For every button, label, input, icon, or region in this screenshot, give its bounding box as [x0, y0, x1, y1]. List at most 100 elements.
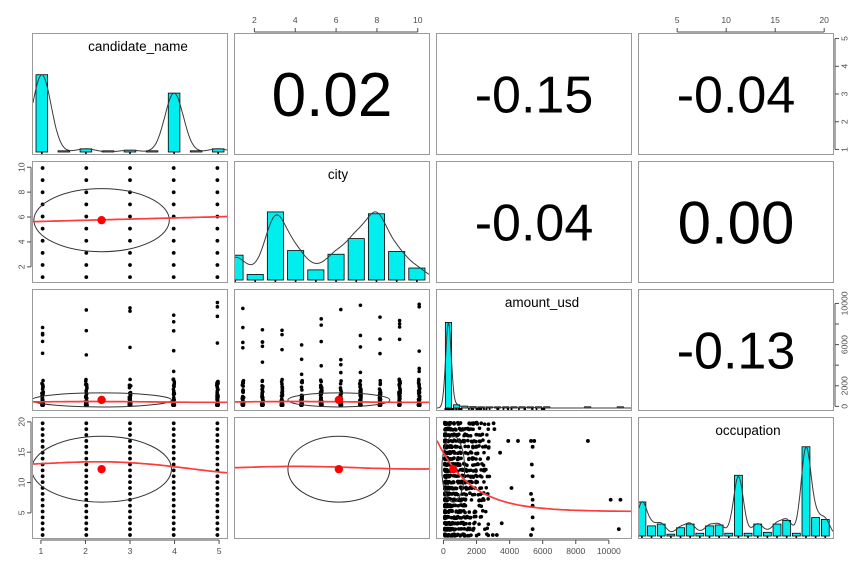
histogram-bar: [189, 150, 203, 153]
data-point: [467, 510, 472, 514]
data-point: [128, 444, 132, 449]
data-point: [84, 263, 89, 267]
histogram-bar: [724, 532, 734, 537]
data-point: [171, 178, 176, 183]
data-point-outlier: [241, 346, 245, 350]
histogram-bar: [685, 523, 695, 537]
data-point: [40, 275, 45, 280]
data-point: [84, 388, 88, 393]
data-point: [40, 480, 45, 485]
data-point: [84, 521, 89, 526]
data-point: [171, 533, 176, 537]
axis-tick-label: 4000: [500, 546, 519, 556]
data-point: [453, 486, 458, 490]
data-point: [215, 486, 220, 490]
data-point: [467, 421, 472, 425]
data-point: [171, 190, 176, 195]
data-point: [128, 515, 132, 520]
data-point: [40, 497, 45, 502]
data-point: [84, 427, 89, 432]
data-point: [358, 387, 363, 391]
data-point-outlier: [260, 360, 265, 364]
axis-left-city: 2 4 6 8 10: [16, 162, 32, 269]
data-point-outlier: [358, 370, 363, 375]
data-point: [241, 395, 246, 400]
data-point: [128, 238, 132, 243]
data-point: [84, 462, 89, 467]
data-point: [40, 533, 45, 537]
data-point: [453, 521, 458, 525]
data-point-outlier: [128, 306, 132, 310]
data-point: [450, 445, 454, 450]
correlation-value: 0.02: [272, 61, 393, 130]
data-point-outlier: [241, 340, 245, 345]
data-point: [468, 515, 473, 520]
data-point: [280, 385, 285, 389]
data-point: [452, 451, 457, 455]
data-point: [171, 497, 176, 502]
data-point: [319, 390, 324, 395]
data-point: [84, 238, 89, 243]
data-point-outlier: [397, 337, 402, 342]
data-point: [84, 439, 89, 443]
data-point: [446, 504, 451, 508]
data-point-outlier: [40, 331, 45, 336]
data-point: [484, 486, 489, 490]
histogram-bar: [307, 269, 325, 281]
data-point: [84, 503, 89, 508]
data-point-outlier: [492, 427, 497, 432]
data-point: [40, 444, 45, 449]
correlation-value: -0.04: [475, 194, 594, 252]
axis-tick-label: 5: [675, 15, 680, 25]
data-point: [40, 515, 45, 520]
axis-tick-label: 4: [16, 239, 26, 244]
data-point-outlier: [128, 309, 132, 313]
data-point-outlier: [319, 323, 324, 327]
data-point: [417, 383, 421, 387]
histogram-bar: [287, 250, 305, 281]
centroid-marker: [97, 464, 106, 474]
data-point: [171, 263, 176, 267]
data-point: [455, 420, 460, 425]
axis-tick-label: 10: [413, 15, 423, 25]
centroid-marker: [334, 395, 344, 405]
data-point: [450, 504, 454, 508]
axis-bottom-candidate_name: 1 2 3 4 5: [39, 539, 222, 556]
data-point-outlier: [530, 474, 535, 479]
data-point: [84, 202, 89, 207]
data-point: [40, 427, 45, 432]
data-point: [469, 439, 474, 444]
data-point: [241, 390, 245, 394]
histogram-bar: [695, 532, 705, 537]
data-point: [84, 421, 89, 426]
data-point: [128, 377, 132, 382]
data-point-outlier: [530, 444, 535, 449]
data-point-outlier: [529, 462, 534, 467]
correlation-panel-candidate_name-city: 0.02: [272, 61, 393, 130]
data-point: [456, 515, 460, 519]
data-point: [128, 503, 132, 508]
data-point: [458, 451, 463, 455]
data-point: [448, 438, 453, 443]
data-point-outlier: [260, 344, 265, 349]
data-point: [171, 166, 176, 170]
data-point: [446, 521, 451, 525]
data-point: [128, 450, 132, 455]
data-point: [358, 383, 363, 387]
data-point: [455, 433, 460, 438]
histogram-bar: [57, 150, 71, 153]
loess-smooth-line: [33, 400, 227, 404]
data-point: [128, 468, 132, 473]
data-point-outlier: [616, 527, 621, 532]
data-point: [84, 190, 89, 195]
data-point: [215, 480, 220, 485]
diagonal-title: amount_usd: [505, 295, 579, 310]
data-point: [443, 438, 447, 443]
data-point: [471, 475, 476, 479]
data-point: [83, 382, 88, 387]
data-point: [84, 178, 89, 183]
data-point: [471, 528, 475, 532]
data-point: [465, 438, 470, 443]
data-point: [40, 474, 45, 479]
axis-tick-label: 5: [839, 36, 849, 41]
